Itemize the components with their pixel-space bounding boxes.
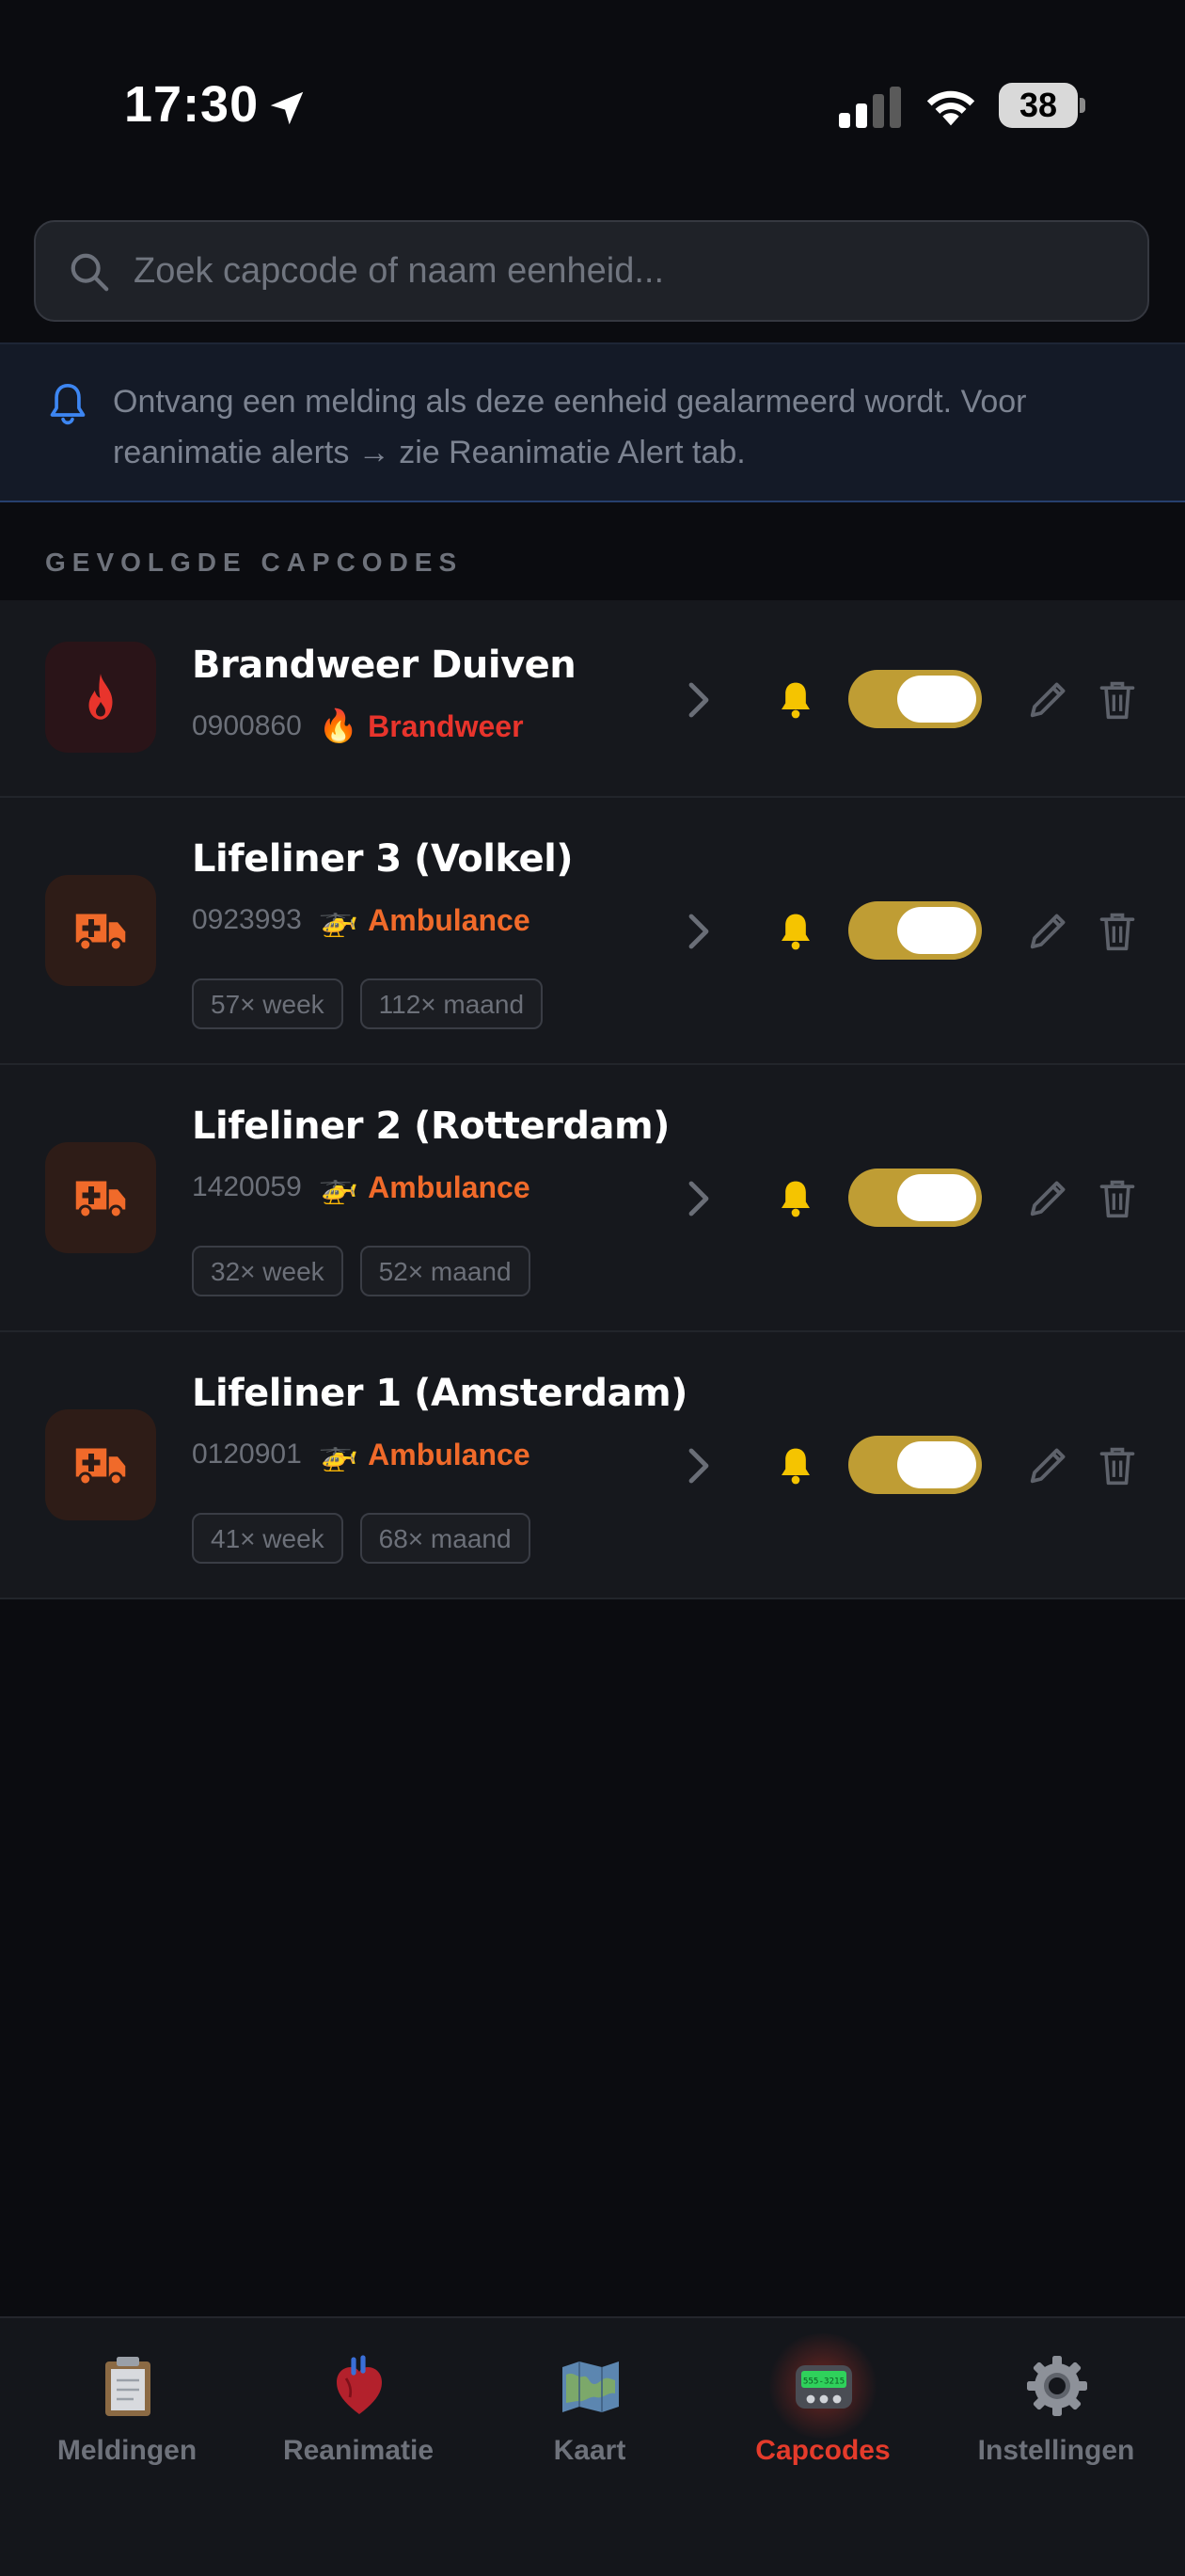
location-arrow-icon (270, 91, 304, 125)
helicopter-emoji-icon: 🚁 (318, 902, 359, 938)
capcode-number: 1420059 (192, 1171, 302, 1202)
stats-chips: 41× week 68× maand (192, 1513, 547, 1564)
unit-type-label: Ambulance (368, 1437, 530, 1471)
capcode-number: 0923993 (192, 904, 302, 935)
tab-instellingen[interactable]: Instellingen (948, 2318, 1164, 2506)
trash-icon[interactable] (1097, 909, 1138, 954)
week-count-chip: 41× week (192, 1513, 343, 1564)
gear-icon (1027, 2356, 1087, 2416)
tab-label: Capcodes (755, 2435, 891, 2466)
ambulance-icon (75, 914, 126, 952)
info-banner: Ontvang een melding als deze eenheid gea… (0, 342, 1185, 502)
unit-name: Lifeliner 3 (Volkel) (192, 837, 574, 881)
wifi-icon (926, 90, 975, 126)
ambulance-icon (75, 1448, 126, 1487)
capcode-number: 0900860 (192, 710, 302, 741)
notification-toggle[interactable] (848, 670, 982, 728)
tab-label: Kaart (553, 2435, 626, 2466)
trash-icon[interactable] (1097, 1176, 1138, 1221)
tab-meldingen[interactable]: Meldingen (19, 2318, 235, 2506)
pencil-icon[interactable] (1027, 909, 1070, 952)
chevron-right-icon[interactable] (685, 1447, 713, 1485)
month-count-chip: 68× maand (359, 1513, 530, 1564)
tab-label: Meldingen (56, 2435, 198, 2466)
unit-type-label: Brandweer (368, 708, 524, 743)
capcode-item[interactable]: Lifeliner 3 (Volkel) 0923993 🚁 Ambulance… (0, 798, 1185, 1065)
notification-toggle[interactable] (848, 901, 982, 960)
fire-emoji-icon: 🔥 (318, 708, 359, 744)
tab-reanimatie[interactable]: Reanimatie (250, 2318, 466, 2506)
chevron-right-icon[interactable] (685, 681, 713, 719)
tab-capcodes[interactable]: 555-3215 Capcodes (715, 2318, 931, 2506)
bell-icon[interactable] (777, 679, 814, 721)
svg-text:555-3215: 555-3215 (803, 2377, 845, 2387)
unit-name: Lifeliner 2 (Rotterdam) (192, 1105, 670, 1148)
search-icon (71, 253, 109, 292)
ambulance-icon (75, 1181, 126, 1219)
chevron-right-icon[interactable] (685, 913, 713, 950)
status-time: 17:30 (124, 76, 260, 133)
unit-type-badge (45, 642, 156, 753)
tab-label: Instellingen (977, 2435, 1135, 2466)
capcode-item[interactable]: Lifeliner 2 (Rotterdam) 1420059 🚁 Ambula… (0, 1065, 1185, 1332)
tab-bar: Meldingen Reanimatie Kaart 555-3215 Capc… (0, 2316, 1185, 2576)
pencil-icon[interactable] (1027, 1443, 1070, 1487)
month-count-chip: 112× maand (359, 978, 544, 1029)
stats-chips: 57× week 112× maand (192, 978, 560, 1029)
capcode-item[interactable]: Lifeliner 1 (Amsterdam) 0120901 🚁 Ambula… (0, 1332, 1185, 1599)
bell-icon[interactable] (777, 1445, 814, 1487)
search-input[interactable]: Zoek capcode of naam eenheid... (134, 222, 664, 320)
heart-icon (337, 2355, 382, 2414)
stats-chips: 32× week 52× maand (192, 1246, 547, 1296)
trash-icon[interactable] (1097, 1443, 1138, 1488)
notification-toggle[interactable] (848, 1436, 982, 1494)
trash-icon[interactable] (1097, 677, 1138, 723)
capcode-number: 0120901 (192, 1439, 302, 1470)
unit-type-badge (45, 1142, 156, 1253)
tab-kaart[interactable]: Kaart (482, 2318, 698, 2506)
cellular-signal-icon (839, 87, 901, 128)
fire-icon (88, 674, 113, 720)
toggle-knob (897, 907, 976, 954)
info-banner-text: Ontvang een melding als deze eenheid gea… (113, 384, 1027, 470)
helicopter-emoji-icon: 🚁 (318, 1437, 359, 1472)
clipboard-icon (105, 2357, 150, 2416)
unit-type-label: Ambulance (368, 1169, 530, 1204)
section-title: GEVOLGDE CAPCODES (45, 548, 464, 577)
unit-meta: 1420059 🚁 Ambulance (192, 1169, 530, 1206)
notification-toggle[interactable] (848, 1169, 982, 1227)
unit-type-badge (45, 1409, 156, 1520)
toggle-knob (897, 676, 976, 723)
bell-icon[interactable] (777, 1178, 814, 1219)
toggle-knob (897, 1174, 976, 1221)
week-count-chip: 32× week (192, 1246, 343, 1296)
battery-level: 38 (1019, 86, 1058, 124)
pencil-icon[interactable] (1027, 677, 1070, 721)
bell-outline-icon (50, 384, 86, 425)
tab-label: Reanimatie (282, 2435, 434, 2466)
unit-meta: 0900860 🔥 Brandweer (192, 708, 524, 745)
unit-type-badge (45, 875, 156, 986)
bell-icon[interactable] (777, 911, 814, 952)
pencil-icon[interactable] (1027, 1176, 1070, 1219)
week-count-chip: 57× week (192, 978, 343, 1029)
map-icon (562, 2361, 619, 2412)
pager-icon: 555-3215 (796, 2365, 852, 2409)
unit-name: Lifeliner 1 (Amsterdam) (192, 1372, 687, 1415)
search-bar[interactable]: Zoek capcode of naam eenheid... (34, 220, 1149, 322)
toggle-knob (897, 1441, 976, 1488)
unit-name: Brandweer Duiven (192, 644, 577, 687)
battery-indicator: 38 (999, 83, 1085, 130)
capcode-item[interactable]: Brandweer Duiven 0900860 🔥 Brandweer (0, 600, 1185, 798)
unit-type-label: Ambulance (368, 902, 530, 937)
unit-meta: 0923993 🚁 Ambulance (192, 901, 530, 939)
month-count-chip: 52× maand (359, 1246, 530, 1296)
helicopter-emoji-icon: 🚁 (318, 1169, 359, 1205)
unit-meta: 0120901 🚁 Ambulance (192, 1436, 530, 1473)
capcode-list: Brandweer Duiven 0900860 🔥 Brandweer Lif… (0, 600, 1185, 1599)
chevron-right-icon[interactable] (685, 1180, 713, 1217)
status-bar: 17:30 38 (0, 0, 1185, 179)
